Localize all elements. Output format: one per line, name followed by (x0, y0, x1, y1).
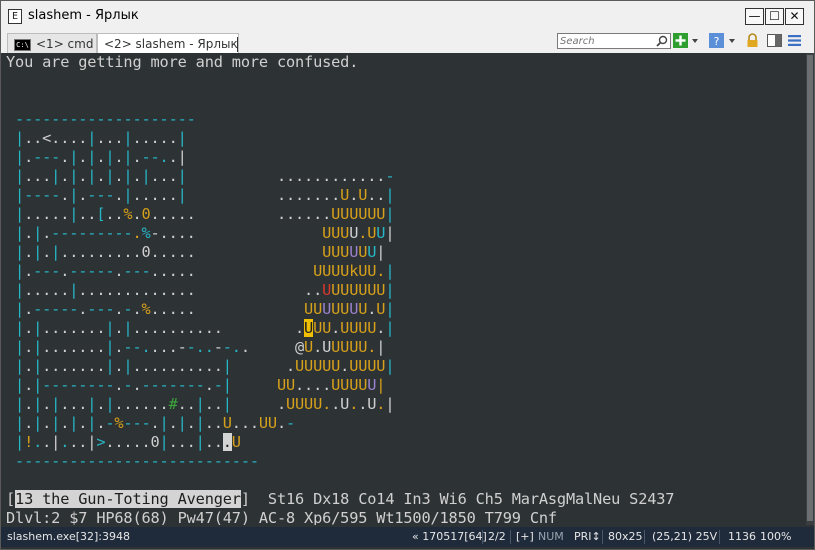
map-row: |.|--------.-.-------.-| UU....UUUUU| (15, 376, 386, 394)
minimize-icon: — (748, 9, 761, 23)
minimize-button[interactable]: — (745, 8, 764, 25)
console-size: 80x25 (608, 530, 643, 543)
map-row: |.|.......|.|..........| .UUUUU.UUUU| (15, 357, 395, 375)
priority-indicator[interactable]: PRI↕ (574, 527, 601, 547)
map-row: |.---.-----.---..... UUUUkUU.| (15, 262, 395, 280)
dropdown-arrow-icon[interactable] (691, 33, 699, 48)
tab-label: <2> slashem - Ярлык (104, 37, 238, 51)
map-row: |..<....|...|.....| (15, 129, 187, 147)
svg-text:?: ? (714, 35, 720, 48)
map-row: |.|.---------.%-.... UUUU.UU| (15, 224, 395, 242)
app-window: E slashem - Ярлык — ☐ ✕ C:\ <1> cmd <2> … (0, 0, 815, 550)
status-divider (482, 530, 483, 544)
tab-label: <1> cmd (36, 37, 94, 51)
num-lock-indicator: NUM (538, 530, 564, 543)
terminal-grid: You are getting more and more confused. … (6, 53, 674, 525)
help-icon[interactable]: ? (709, 33, 724, 48)
status-divider (644, 530, 645, 544)
map-row: |.|.|.........0..... UUUUUU| (15, 243, 386, 261)
map-row: |...|.|.|.|.|.|...| ............- (15, 167, 395, 185)
status-divider (510, 530, 511, 544)
lock-icon[interactable] (745, 33, 760, 48)
tab-cmd[interactable]: C:\ <1> cmd (7, 33, 97, 54)
maximize-button[interactable]: ☐ (765, 8, 784, 25)
map-row: |.|.|.|.|.-%---.|.|.|..U...UU.- (15, 414, 295, 432)
close-icon: ✕ (789, 9, 800, 23)
search-box[interactable] (557, 33, 671, 49)
status-bar: slashem.exe[32]:3948 « 170517[64] 2/2 [+… (1, 527, 814, 547)
add-console-icon[interactable] (673, 33, 688, 48)
menu-icon[interactable] (787, 33, 802, 48)
zoom-level[interactable]: 100% (760, 527, 791, 547)
scrollbar-thumb[interactable] (807, 55, 813, 521)
scrollbar[interactable] (806, 53, 814, 525)
dropdown-arrow-icon[interactable] (728, 33, 736, 48)
cursor-position: (25,21) 25V (652, 530, 718, 543)
map-row: |!..|...|>.....0|...|...U (15, 433, 241, 451)
split-view-icon[interactable] (767, 33, 782, 48)
terminal-screen[interactable]: You are getting more and more confused. … (1, 53, 814, 525)
map-row: |.....|............. ..UUUUUUU| (15, 281, 395, 299)
status-divider (719, 530, 720, 544)
new-console-indicator[interactable]: [+] (516, 527, 534, 547)
map-row: |.|.|...|.|......#..|..| .UUUU..U..U.| (15, 395, 395, 413)
map-row: |.....|..[..%.0..... ......UUUUUU| (15, 205, 395, 223)
process-id: 1136 (728, 530, 756, 543)
search-icon[interactable] (656, 35, 668, 47)
map-row: --------------------------- (15, 452, 259, 470)
process-label: slashem.exe[32]:3948 (7, 530, 131, 543)
status-line: [13 the Gun-Toting Avenger] St16 Dx18 Co… (6, 490, 675, 508)
maximize-icon: ☐ (769, 9, 780, 23)
map-row (6, 471, 674, 490)
app-icon[interactable]: E (8, 9, 22, 24)
close-button[interactable]: ✕ (785, 8, 804, 25)
game-message: You are getting more and more confused. (6, 53, 359, 71)
status-line: Dlvl:2 $7 HP68(68) Pw47(47) AC-8 Xp6/595… (6, 509, 557, 525)
console-icon: C:\ (14, 39, 31, 51)
map-row: |.-----.---.-.%..... UUUUUUU.U| (15, 300, 395, 318)
map-row: |----.|.---.|.....| .......U.U..| (15, 186, 395, 204)
map-row: -------------------- (15, 110, 196, 128)
window-title: slashem - Ярлык (28, 8, 139, 23)
search-input[interactable] (560, 34, 652, 48)
map-row: |.|.......|.--....--..--.. @U.UUUUU.| (15, 338, 386, 356)
map-row: |.---.|.|.|.|.--..| (15, 148, 187, 166)
build-label[interactable]: « 170517[64] (412, 527, 487, 547)
title-bar[interactable]: E slashem - Ярлык — ☐ ✕ (1, 1, 814, 31)
map-row (6, 72, 674, 91)
status-divider (602, 530, 603, 544)
tab-slashem[interactable]: <2> slashem - Ярлык (97, 33, 239, 54)
tab-cursor (237, 37, 238, 52)
map-row: |.|.......|.|.......... .UUU.UUUU.| (15, 319, 395, 337)
map-row (6, 91, 674, 110)
console-index[interactable]: 2/2 (488, 527, 506, 547)
tab-bar: C:\ <1> cmd <2> slashem - Ярлык ? (1, 31, 814, 54)
